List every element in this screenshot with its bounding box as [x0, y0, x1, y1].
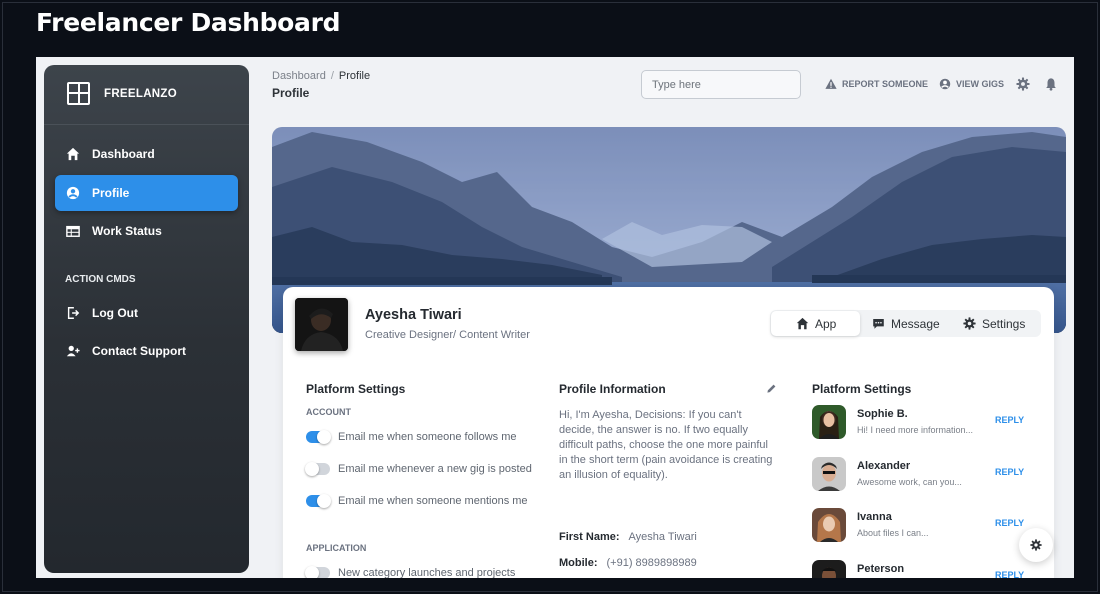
first-name-value: Ayesha Tiwari [628, 531, 697, 543]
gear-icon[interactable] [1016, 77, 1030, 91]
conversation-name: Peterson [857, 563, 905, 575]
page-heading: Freelancer Dashboard [36, 8, 341, 37]
first-name-row: First Name: Ayesha Tiwari [559, 531, 697, 543]
avatar [295, 298, 348, 351]
toggle-label: Email me when someone follows me [338, 431, 517, 443]
gear-icon [1030, 539, 1042, 551]
profile-tabs: App Message Settings [770, 310, 1041, 337]
avatar [812, 508, 846, 542]
mobile-label: Mobile: [559, 557, 598, 569]
sign-out-icon [67, 307, 80, 319]
settings-fab-button[interactable] [1019, 528, 1053, 562]
report-someone-link[interactable]: REPORT SOMEONE [825, 78, 928, 90]
pencil-icon[interactable] [766, 383, 777, 394]
reply-button[interactable]: REPLY [995, 467, 1024, 477]
sidebar-item-label: Profile [92, 186, 130, 200]
tab-label: Settings [982, 316, 1026, 331]
tab-settings[interactable]: Settings [953, 311, 1025, 336]
conversation-name: Ivanna [857, 511, 892, 523]
avatar [812, 560, 846, 578]
conversation-name: Sophie B. [857, 408, 908, 420]
avatar [812, 457, 846, 491]
brand-name: FREELANZO [104, 88, 177, 100]
account-label: ACCOUNT [306, 407, 351, 417]
brand-logo-icon [67, 82, 90, 105]
user-plus-icon [66, 345, 80, 357]
toggle-label: New category launches and projects [338, 567, 516, 578]
sidebar-item-work-status[interactable]: Work Status [55, 213, 238, 249]
search-input[interactable] [641, 70, 801, 99]
tab-message[interactable]: Message [862, 311, 940, 336]
list-item: Sophie B. Hi! I need more information...… [812, 405, 1024, 443]
profile-name: Ayesha Tiwari [365, 307, 462, 323]
sidebar-item-dashboard[interactable]: Dashboard [55, 136, 238, 172]
conversation-name: Alexander [857, 460, 911, 472]
profile-role: Creative Designer/ Content Writer [365, 329, 530, 341]
list-item: Peterson REPLY [812, 560, 1024, 578]
reply-button[interactable]: REPLY [995, 415, 1024, 425]
report-someone-label: REPORT SOMEONE [842, 79, 929, 89]
toggle-category-launches[interactable] [305, 566, 330, 578]
conversation-message: About files I can... [857, 528, 929, 538]
profile-bio: Hi, I'm Ayesha, Decisions: If you can't … [559, 409, 773, 481]
warning-icon [825, 78, 837, 89]
conversation-message: Hi! I need more information... [857, 425, 974, 435]
reply-button[interactable]: REPLY [995, 518, 1024, 528]
dashboard-viewport: FREELANZO Dashboard Profile Work Status … [36, 57, 1074, 578]
conversation-message: Awesome work, can you... [857, 477, 962, 487]
profile-card: Ayesha Tiwari Creative Designer/ Content… [283, 287, 1054, 578]
sidebar-item-log-out[interactable]: Log Out [55, 295, 238, 331]
brand[interactable]: FREELANZO [44, 65, 249, 125]
conversations-title: Platform Settings [812, 382, 912, 396]
breadcrumb-separator: / [330, 70, 334, 82]
gear-icon [963, 317, 976, 330]
mobile-row: Mobile: (+91) 8989898989 [559, 557, 697, 569]
home-icon [796, 317, 809, 330]
sidebar: FREELANZO Dashboard Profile Work Status … [44, 65, 249, 573]
sidebar-item-contact-support[interactable]: Contact Support [55, 333, 238, 369]
avatar [812, 405, 846, 439]
platform-settings-title: Platform Settings [306, 382, 406, 396]
breadcrumb: Dashboard / Profile [272, 70, 370, 82]
user-circle-icon [939, 78, 951, 90]
list-item: Ivanna About files I can... REPLY [812, 508, 1024, 546]
table-icon [66, 225, 80, 237]
mobile-value: (+91) 8989898989 [606, 557, 697, 569]
profile-info-title: Profile Information [559, 382, 666, 396]
view-gigs-link[interactable]: VIEW GIGS [939, 78, 1004, 90]
sidebar-item-label: Log Out [92, 306, 138, 320]
sidebar-item-profile[interactable]: Profile [55, 175, 238, 211]
toggle-new-gig[interactable] [305, 462, 330, 476]
home-icon [66, 147, 80, 161]
list-item: Alexander Awesome work, can you... REPLY [812, 457, 1024, 495]
bell-icon[interactable] [1044, 77, 1058, 91]
section-label: ACTION CMDS [65, 274, 136, 285]
toggle-follows[interactable] [306, 430, 331, 444]
sidebar-item-label: Work Status [92, 224, 162, 238]
toggle-mentions[interactable] [306, 494, 331, 508]
chat-icon [873, 319, 884, 329]
breadcrumb-root[interactable]: Dashboard [272, 70, 326, 82]
tab-app[interactable]: App [771, 311, 860, 336]
user-circle-icon [66, 186, 80, 200]
toggle-label: Email me when someone mentions me [338, 495, 528, 507]
page-title: Profile [272, 86, 310, 100]
sidebar-item-label: Dashboard [92, 147, 155, 161]
reply-button[interactable]: REPLY [995, 570, 1024, 578]
tab-label: App [815, 316, 837, 331]
application-label: APPLICATION [306, 543, 367, 553]
breadcrumb-current: Profile [338, 70, 371, 82]
toggle-label: Email me whenever a new gig is posted [338, 463, 532, 475]
first-name-label: First Name: [559, 531, 620, 543]
tab-label: Message [891, 316, 940, 331]
view-gigs-label: VIEW GIGS [956, 79, 1005, 89]
sidebar-item-label: Contact Support [92, 344, 186, 358]
